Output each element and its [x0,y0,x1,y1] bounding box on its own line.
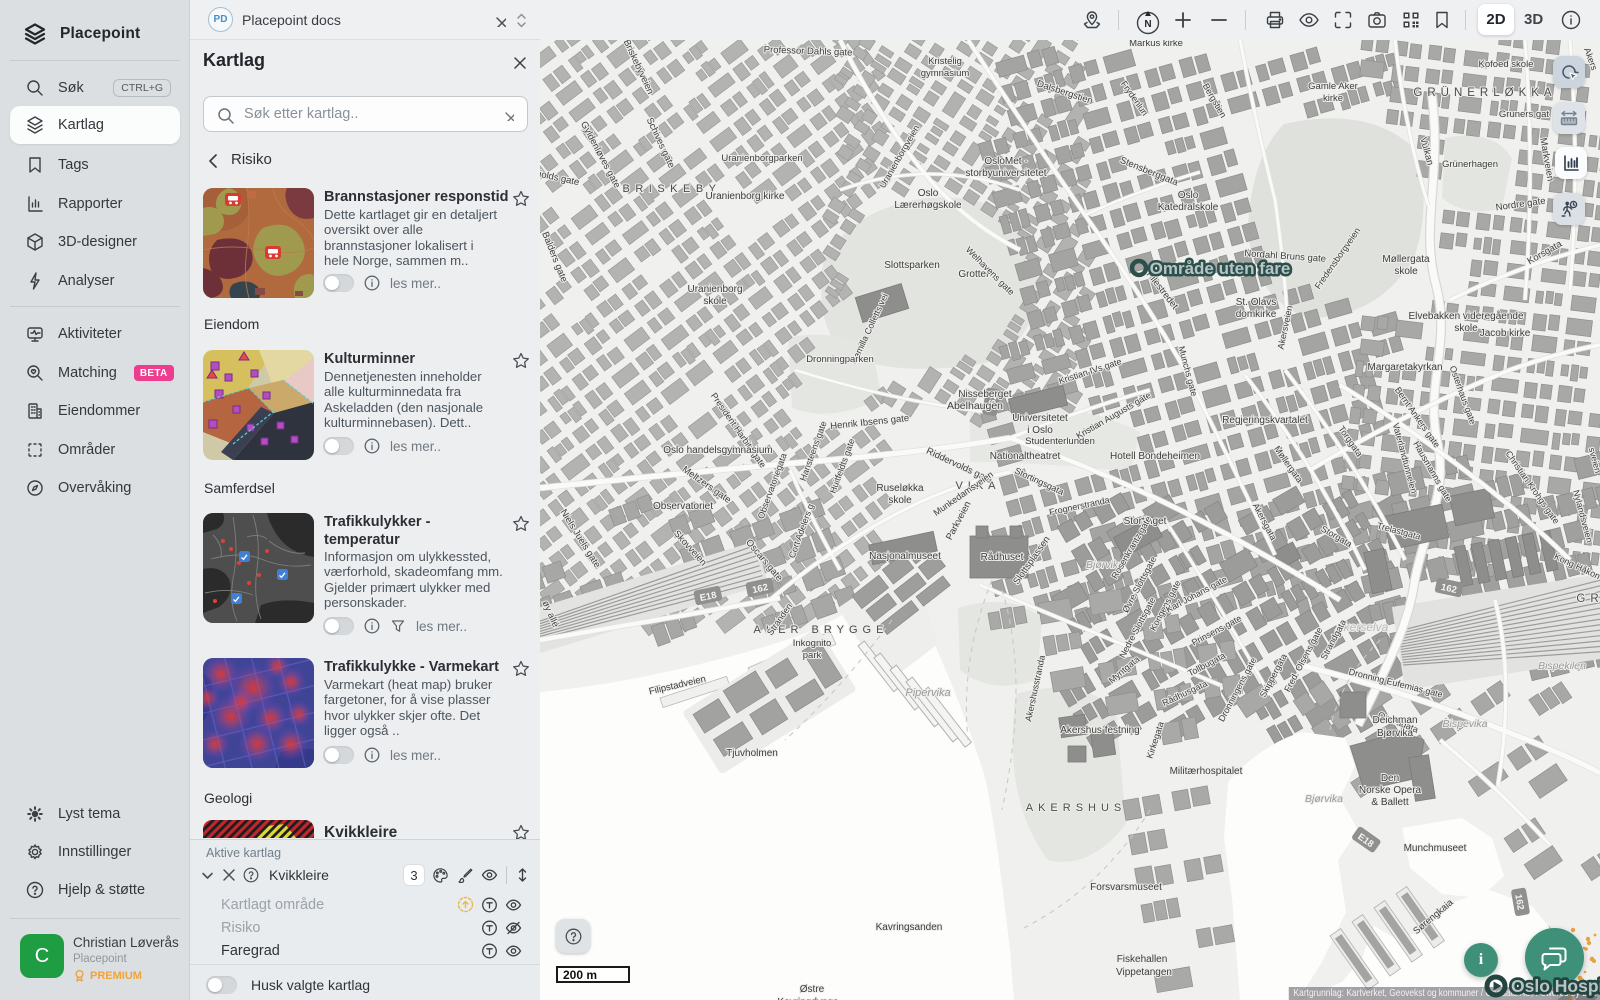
svg-text:Uranienborg kirke: Uranienborg kirke [706,191,785,202]
svg-text:Møllergata: Møllergata [1382,254,1430,265]
svg-text:Nationaltheatret: Nationaltheatret [990,451,1061,462]
svg-text:domkirke: domkirke [1236,309,1277,320]
svg-text:Jacob kirke: Jacob kirke [1480,328,1531,339]
svg-text:Bjørvika: Bjørvika [1305,793,1343,805]
svg-text:Oslo: Oslo [1178,190,1199,201]
svg-text:OsloMet -: OsloMet - [984,156,1027,167]
svg-text:Norske Opera: Norske Opera [1359,785,1422,796]
svg-text:Inkognito: Inkognito [793,638,832,649]
svg-text:& Ballett: & Ballett [1371,797,1408,808]
svg-text:Kristelig: Kristelig [928,56,962,67]
svg-text:storbyuniversitetet: storbyuniversitetet [965,168,1046,179]
svg-text:skole: skole [1454,323,1478,334]
svg-text:Ruseløkka: Ruseløkka [876,483,924,494]
svg-text:Vippetangen: Vippetangen [1116,967,1172,978]
svg-text:Markus kirke: Markus kirke [1129,40,1183,49]
svg-text:Regjeringskvartalet: Regjeringskvartalet [1222,415,1308,426]
svg-text:Hotell Bondeheimen: Hotell Bondeheimen [1110,451,1200,462]
svg-text:skole: skole [1394,266,1418,277]
svg-text:Rådhuset: Rådhuset [981,551,1024,563]
svg-text:Gamle Aker: Gamle Aker [1308,81,1358,92]
svg-text:AKERSHUS: AKERSHUS [1026,802,1127,814]
svg-text:Munchmuseet: Munchmuseet [1404,843,1467,854]
svg-text:Oslo Hospital: Oslo Hospital [1511,976,1600,996]
svg-text:Uranienborgparken: Uranienborgparken [721,153,802,164]
svg-text:Nisseberget: Nisseberget [958,389,1012,400]
svg-text:skole: skole [888,495,912,506]
svg-text:Oslo: Oslo [918,188,939,199]
svg-text:skole: skole [703,296,727,307]
svg-text:Nasjonalmuseet: Nasjonalmuseet [869,551,941,562]
svg-text:Fiskehallen: Fiskehallen [1117,954,1168,965]
svg-text:Katedralskole: Katedralskole [1158,202,1219,213]
svg-text:Oslo handelsgymnasium: Oslo handelsgymnasium [663,445,773,456]
svg-text:Dronningparken: Dronningparken [806,354,874,365]
svg-text:Forsvarsmuseet: Forsvarsmuseet [1090,882,1162,893]
svg-text:N: N [1144,19,1151,30]
svg-text:Tjuvholmen: Tjuvholmen [726,748,778,759]
svg-text:Pipervika: Pipervika [905,687,950,699]
svg-text:GRÜNERLØKKA: GRÜNERLØKKA [1413,87,1556,99]
svg-text:i Oslo: i Oslo [1027,425,1053,436]
svg-text:Universitetet: Universitetet [1012,413,1068,424]
svg-text:Område uten fare: Område uten fare [1150,259,1291,278]
svg-text:Bispevika: Bispevika [1443,718,1488,730]
svg-text:Militærhospitalet: Militærhospitalet [1170,766,1243,777]
svg-text:Slottsparken: Slottsparken [884,260,940,271]
svg-text:Grünerhagen: Grünerhagen [1442,159,1498,170]
svg-text:Observatoriet: Observatoriet [653,501,713,512]
svg-text:Kofoed skole: Kofoed skole [1479,59,1534,70]
svg-text:Bispekilen: Bispekilen [1538,660,1586,672]
svg-text:Margaretakyrkan: Margaretakyrkan [1367,362,1442,373]
svg-text:kirke: kirke [1323,93,1343,104]
svg-text:Den: Den [1381,773,1399,784]
svg-text:Østre: Østre [800,984,825,995]
svg-text:Kavringsanden: Kavringsanden [876,922,943,933]
svg-text:Akershus festning: Akershus festning [1060,725,1140,736]
svg-text:gymnasium: gymnasium [921,68,970,79]
svg-text:park: park [803,650,822,661]
svg-text:GR: GR [1576,593,1600,605]
svg-text:St. Olavs: St. Olavs [1236,297,1277,308]
svg-text:Uranienborg: Uranienborg [687,284,742,295]
svg-text:Lærerhøgskole: Lærerhøgskole [894,200,962,211]
svg-text:Abelhaugen: Abelhaugen [947,400,1003,412]
svg-text:Elvebakken videregående: Elvebakken videregående [1408,310,1524,322]
svg-text:Deichman: Deichman [1372,715,1417,726]
svg-text:Gruners gat: Gruners gat [1499,109,1550,120]
svg-text:Bjørvika: Bjørvika [1377,728,1414,739]
